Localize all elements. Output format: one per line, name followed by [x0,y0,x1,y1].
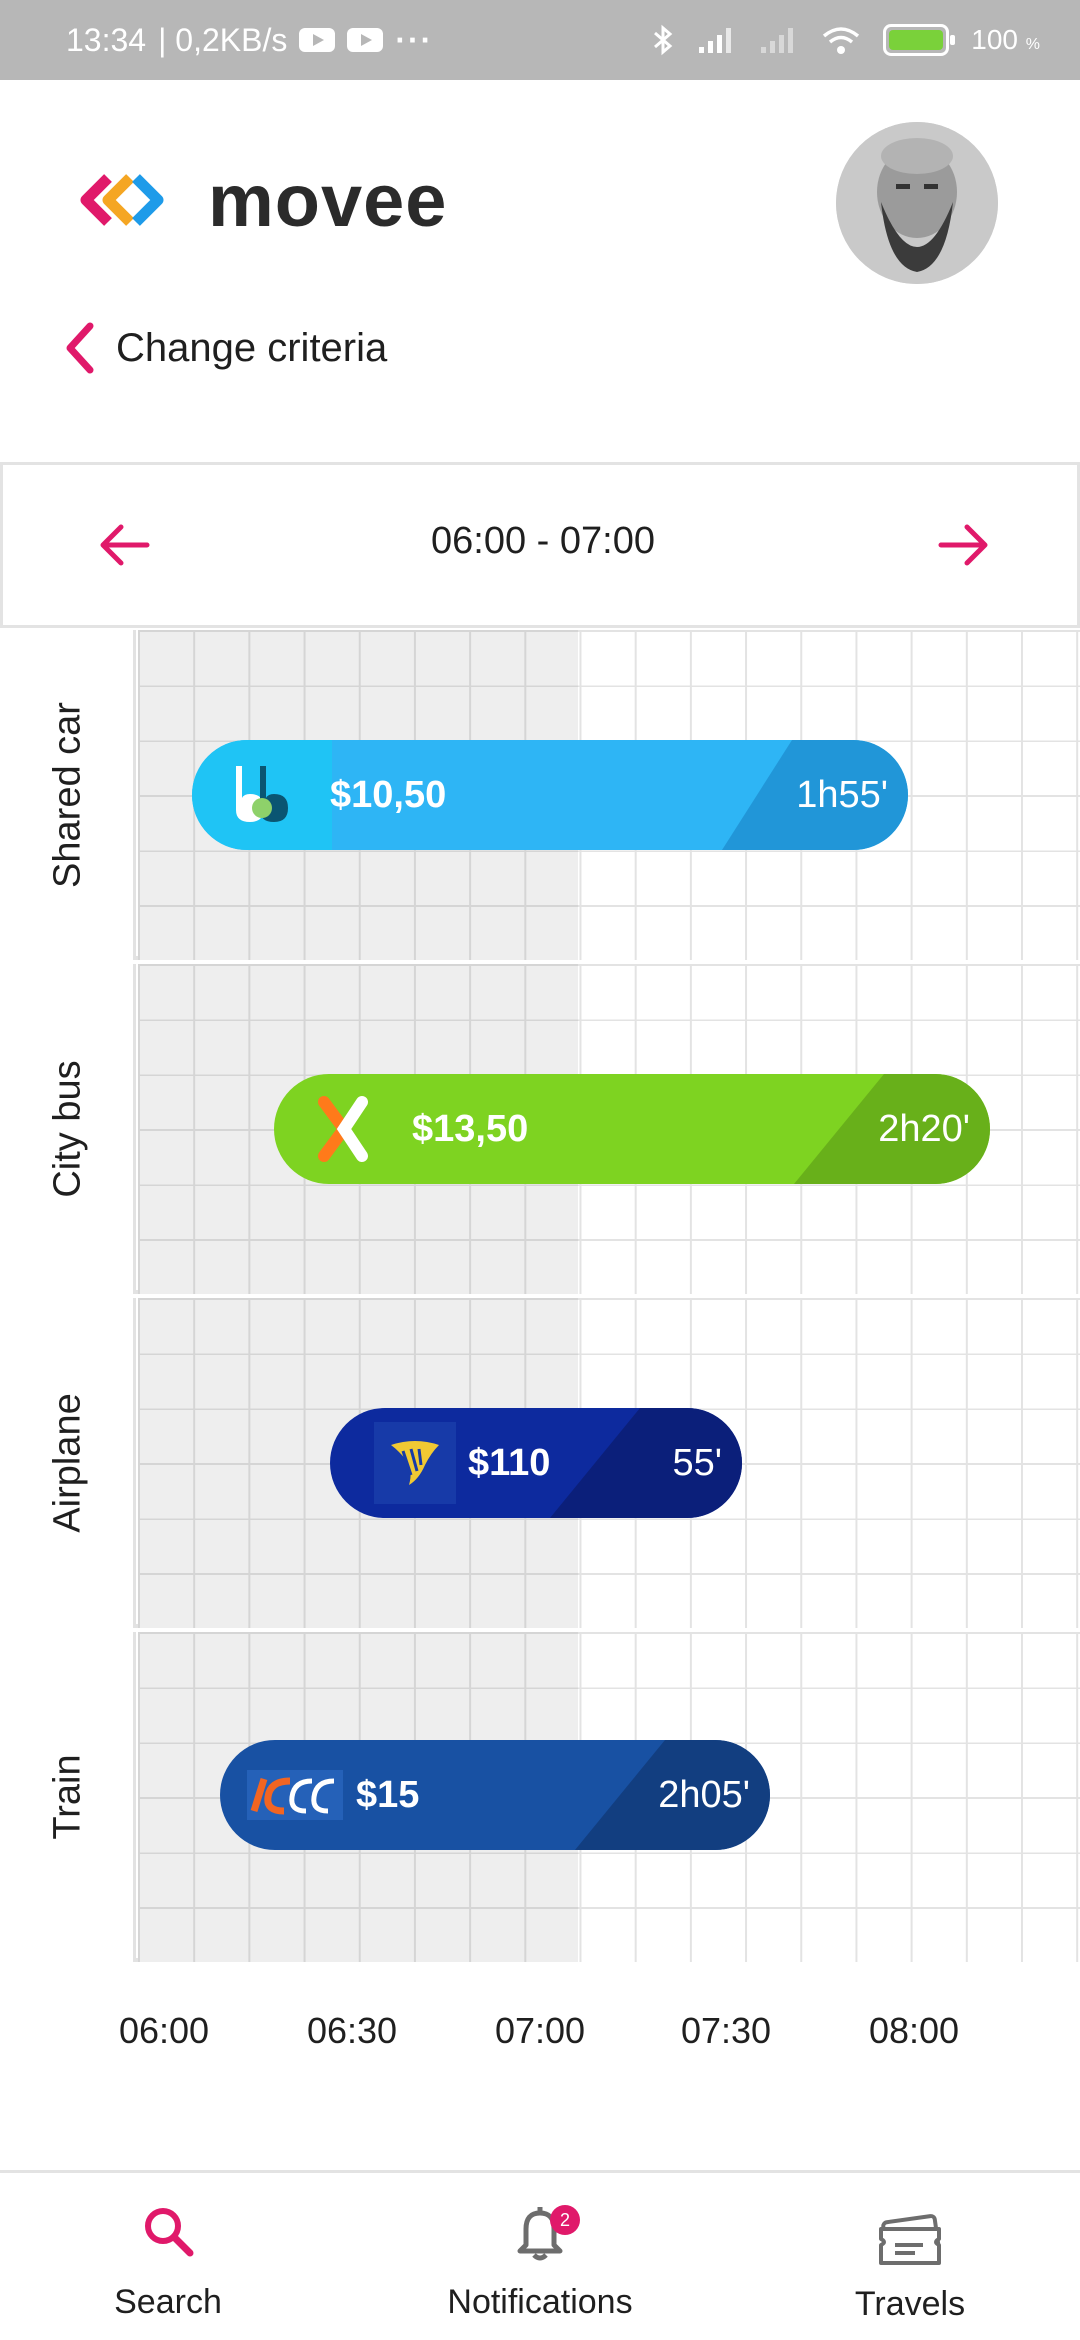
nav-search-label: Search [114,2283,222,2321]
signal-no-sim-icon [761,28,794,53]
status-network-speed: | 0,2KB/s [158,21,288,58]
time-axis-label: 08:00 [868,2010,960,2051]
search-icon [145,2208,194,2257]
city-bus-duration: 2h20' [878,1107,970,1150]
row-airplane: Airplane $110 55' [0,1298,1080,1628]
bottom-navigation: Search 2 Notifications Travels [0,2170,1080,2340]
train-duration: 2h05' [658,1773,750,1816]
time-range-selector: 06:00 - 07:00 [0,462,1080,628]
airplane-price: $110 [468,1441,551,1484]
airplane-duration: 55' [672,1441,722,1484]
airplane-option[interactable]: $110 55' [330,1408,742,1518]
shared-car-option[interactable]: $10,50 1h55' [192,740,908,850]
flixbus-logo-icon [274,1074,414,1184]
row-shared-car: Shared car $10,50 1h55' [0,630,1080,960]
shared-car-duration: 1h55' [796,773,888,816]
next-range-arrow-icon[interactable] [933,515,993,575]
nav-notifications[interactable]: 2 Notifications [410,2173,670,2340]
movee-logo: movee [78,150,447,250]
nav-travels-label: Travels [854,2285,966,2323]
chevron-left-icon [66,322,94,374]
status-bar: 13:34 | 0,2KB/s ··· 100 % [0,0,1080,80]
row-label-train: Train [46,1754,89,1840]
nav-search[interactable]: Search [58,2173,278,2340]
change-criteria-label: Change criteria [116,325,388,370]
movee-logo-icon [80,174,164,226]
ryanair-logo-icon [330,1408,470,1518]
battery-level: 100 [971,24,1018,55]
signal-icon [699,28,732,53]
time-axis-label: 06:00 [118,2010,210,2051]
time-axis-label: 07:00 [494,2010,586,2051]
battery-unit: % [1025,36,1040,53]
battery-icon [883,24,956,56]
wifi-icon [823,27,860,54]
nav-travels[interactable]: Travels [800,2173,1020,2340]
status-time: 13:34 [66,21,147,58]
intercity-logo-icon [220,1740,350,1850]
avatar-image [836,122,998,284]
brand-name: movee [208,158,448,242]
row-label-shared-car: Shared car [46,702,89,888]
time-axis-label: 07:30 [680,2010,772,2051]
row-label-airplane: Airplane [46,1393,89,1533]
notifications-badge: 2 [550,2205,580,2235]
shared-car-price: $10,50 [330,773,447,816]
row-city-bus: City bus $13,50 2h20' [0,964,1080,1294]
user-avatar[interactable] [836,122,998,284]
schedule-grid: Shared car $10,50 1h55' City bus $13,50 … [0,630,1080,1962]
nav-notifications-label: Notifications [447,2283,633,2321]
youtube-notification-icon [347,28,384,52]
time-axis-label: 06:30 [306,2010,398,2051]
row-label-city-bus: City bus [46,1060,89,1198]
row-train: Train $15 2h05' [0,1632,1080,1962]
youtube-notification-icon [299,28,336,52]
change-criteria-link[interactable]: Change criteria [62,315,387,381]
time-axis: 06:00 06:30 07:00 07:30 08:00 [0,2010,1080,2070]
train-price: $15 [356,1773,420,1816]
blablacar-logo-icon [192,740,332,850]
ticket-icon [879,2214,941,2265]
bluetooth-icon [654,24,673,56]
train-option[interactable]: $15 2h05' [220,1740,770,1850]
city-bus-option[interactable]: $13,50 2h20' [274,1074,990,1184]
time-range-label: 06:00 - 07:00 [431,520,655,562]
more-notifications-icon: ··· [395,21,434,58]
city-bus-price: $13,50 [412,1107,529,1150]
